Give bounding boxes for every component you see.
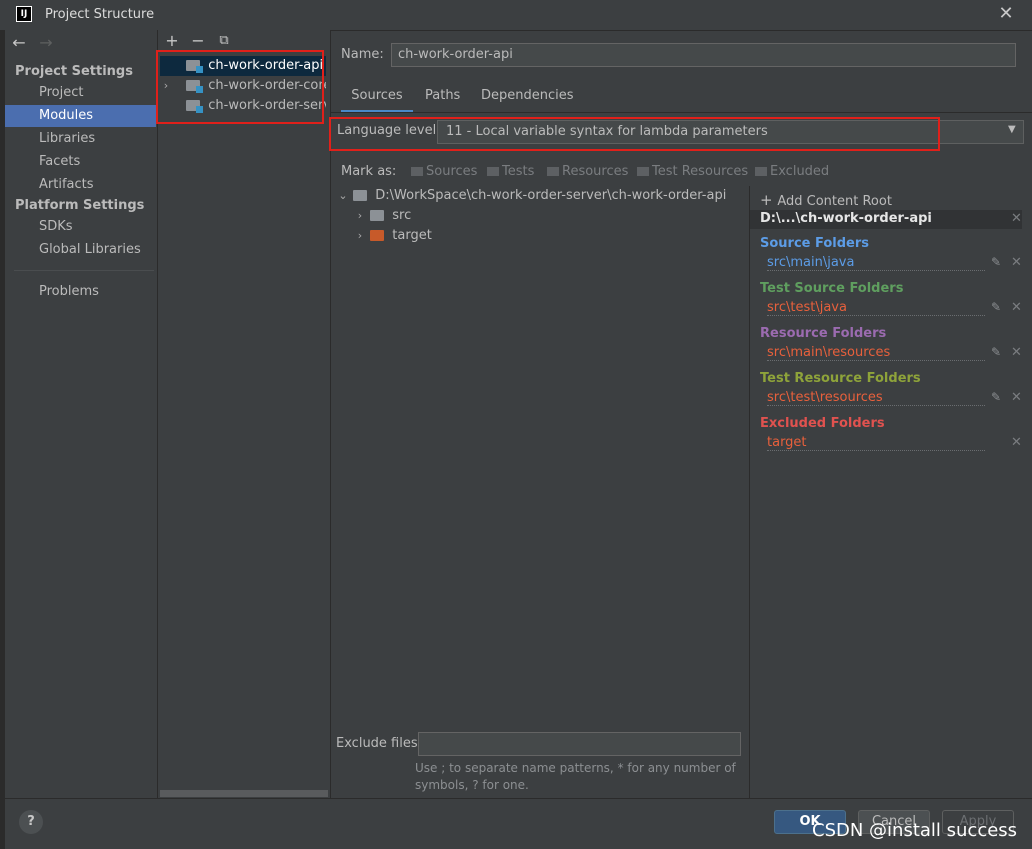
- bottom-divider: [5, 798, 1032, 799]
- remove-folder-icon[interactable]: ✕: [1011, 390, 1022, 405]
- platform-settings-heading: Platform Settings: [15, 198, 145, 213]
- excluded-folder-icon: [370, 230, 385, 241]
- sidebar-item-artifacts[interactable]: Artifacts: [5, 174, 156, 196]
- resource-folders-heading: Resource Folders: [760, 326, 887, 341]
- mark-excluded-button[interactable]: Excluded: [755, 164, 829, 179]
- roots-scrollbar[interactable]: [1022, 210, 1030, 780]
- test-resource-folder-path: src\test\resources: [767, 390, 985, 406]
- remove-folder-icon[interactable]: ✕: [1011, 300, 1022, 315]
- test-resource-folders-heading: Test Resource Folders: [760, 371, 921, 386]
- mark-tests-button[interactable]: Tests: [487, 164, 534, 179]
- mark-test-resources-button[interactable]: Test Resources: [637, 164, 748, 179]
- folder-icon: [755, 167, 767, 176]
- module-list-panel: [158, 30, 331, 798]
- add-module-icon[interactable]: +: [164, 33, 180, 49]
- mark-excluded-label: Excluded: [770, 164, 830, 179]
- exclude-files-label: Exclude files:: [336, 736, 423, 751]
- tabs-divider: [331, 112, 1032, 113]
- mark-resources-label: Resources: [562, 164, 629, 179]
- resource-folder-path: src\main\resources: [767, 345, 985, 361]
- source-folder-path: src\main\java: [767, 255, 985, 271]
- folder-icon: [411, 167, 423, 176]
- test-source-folders-heading: Test Source Folders: [760, 281, 904, 296]
- excluded-folders-heading: Excluded Folders: [760, 416, 885, 431]
- title-bar: [0, 0, 1032, 31]
- add-content-root-button[interactable]: + Add Content Root: [760, 191, 892, 209]
- chevron-right-icon[interactable]: ›: [354, 206, 366, 226]
- dropdown-caret-icon[interactable]: ▼: [1008, 124, 1016, 135]
- sidebar-item-problems[interactable]: Problems: [5, 281, 156, 303]
- mark-sources-button[interactable]: Sources: [411, 164, 477, 179]
- sidebar-item-sdks[interactable]: SDKs: [5, 216, 156, 238]
- chevron-right-icon[interactable]: ›: [354, 226, 366, 246]
- mark-as-label: Mark as:: [341, 164, 397, 179]
- edit-pencil-icon[interactable]: ✎: [991, 300, 1001, 314]
- copy-module-icon[interactable]: ⧉: [216, 33, 232, 49]
- remove-folder-icon[interactable]: ✕: [1011, 435, 1022, 450]
- tree-item-label: target: [392, 228, 432, 243]
- watermark-text: CSDN @install success: [812, 820, 1018, 841]
- mark-resources-button[interactable]: Resources: [547, 164, 628, 179]
- content-root-path: D:\...\ch-work-order-api: [760, 211, 932, 226]
- source-tree: [331, 186, 750, 798]
- tree-row-src[interactable]: › src: [354, 206, 411, 226]
- highlight-box-language: [329, 117, 940, 151]
- sidebar-item-libraries[interactable]: Libraries: [5, 128, 156, 150]
- chevron-down-icon[interactable]: ⌄: [337, 186, 349, 206]
- plus-icon: +: [760, 191, 778, 209]
- module-list-scrollbar[interactable]: [160, 790, 328, 797]
- forward-arrow-icon[interactable]: →: [37, 34, 55, 52]
- tree-item-label: src: [392, 208, 412, 223]
- highlight-box-modules: [156, 50, 324, 124]
- edit-pencil-icon[interactable]: ✎: [991, 390, 1001, 404]
- folder-icon: [637, 167, 649, 176]
- remove-folder-icon[interactable]: ✕: [1011, 345, 1022, 360]
- tree-row-target[interactable]: › target: [354, 226, 432, 246]
- add-content-root-label: Add Content Root: [777, 194, 892, 209]
- sidebar-item-project[interactable]: Project: [5, 82, 156, 104]
- mark-tests-label: Tests: [502, 164, 535, 179]
- folder-icon: [370, 210, 385, 221]
- content-roots-panel: [750, 186, 1032, 798]
- excluded-folder-path: target: [767, 435, 985, 451]
- sidebar-item-facets[interactable]: Facets: [5, 151, 156, 173]
- back-arrow-icon[interactable]: ←: [10, 34, 28, 52]
- help-button[interactable]: ?: [19, 810, 43, 834]
- tab-sources[interactable]: Sources: [341, 86, 413, 113]
- tab-paths[interactable]: Paths: [425, 86, 460, 110]
- tree-root-label: D:\WorkSpace\ch-work-order-server\ch-wor…: [375, 188, 727, 203]
- remove-folder-icon[interactable]: ✕: [1011, 255, 1022, 270]
- folder-icon: [547, 167, 559, 176]
- exclude-files-input[interactable]: [418, 732, 741, 756]
- project-settings-heading: Project Settings: [15, 64, 133, 79]
- tree-row-root[interactable]: ⌄ D:\WorkSpace\ch-work-order-server\ch-w…: [337, 186, 726, 206]
- edit-pencil-icon[interactable]: ✎: [991, 255, 1001, 269]
- folder-icon: [353, 190, 368, 201]
- remove-module-icon[interactable]: −: [190, 33, 206, 49]
- close-icon[interactable]: ✕: [994, 2, 1018, 26]
- folder-icon: [487, 167, 499, 176]
- test-source-folder-path: src\test\java: [767, 300, 985, 316]
- edit-pencil-icon[interactable]: ✎: [991, 345, 1001, 359]
- sidebar-item-modules[interactable]: Modules: [5, 105, 156, 127]
- tab-dependencies[interactable]: Dependencies: [481, 86, 574, 110]
- window-title: Project Structure: [45, 7, 155, 22]
- sidebar-divider: [14, 270, 154, 271]
- exclude-files-hint: Use ; to separate name patterns, * for a…: [415, 761, 736, 792]
- source-folders-heading: Source Folders: [760, 236, 870, 251]
- mark-sources-label: Sources: [426, 164, 478, 179]
- module-name-input[interactable]: ch-work-order-api: [391, 43, 1016, 67]
- name-label: Name:: [341, 47, 384, 62]
- remove-root-icon[interactable]: ✕: [1011, 211, 1022, 226]
- intellij-logo-icon: IJ: [16, 6, 32, 22]
- sidebar-item-global-libraries[interactable]: Global Libraries: [5, 239, 156, 261]
- mark-test-resources-label: Test Resources: [652, 164, 749, 179]
